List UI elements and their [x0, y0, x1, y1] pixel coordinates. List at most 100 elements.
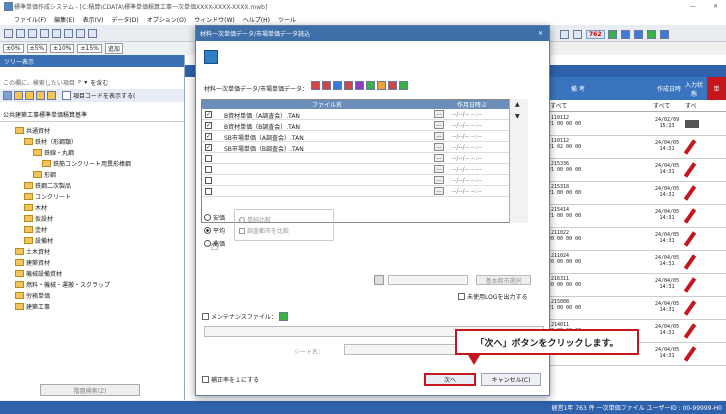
new-icon[interactable]	[4, 28, 13, 38]
search-input[interactable]: この欄に、検索したい項目	[3, 78, 75, 87]
pen-icon[interactable]	[683, 277, 697, 293]
file-scrollbar[interactable]: ▲ ▼	[509, 99, 528, 223]
file-row[interactable]: ✓ B資材単価（B調査会）.TAN... --/--/-- --:--	[202, 120, 527, 131]
add-button[interactable]: 追加	[104, 43, 123, 54]
tree-node[interactable]: 木材	[0, 202, 184, 213]
tree-node[interactable]: 建築資材	[0, 257, 184, 268]
source-icon-1[interactable]	[311, 81, 320, 90]
source-icon-2[interactable]	[322, 81, 331, 90]
level-1-icon[interactable]	[3, 91, 12, 100]
unused-log-label[interactable]: 未使用LOGを出力する	[467, 292, 528, 301]
tree-node[interactable]: 設備材	[0, 235, 184, 246]
tree-node[interactable]: 仮設材	[0, 213, 184, 224]
menu-data[interactable]: データ(D)	[111, 15, 138, 24]
pct-5[interactable]: ±5%	[26, 44, 48, 53]
maintenance-open-icon[interactable]	[278, 312, 288, 321]
show-code-checkbox[interactable]	[62, 91, 71, 100]
pen-icon[interactable]	[683, 185, 697, 201]
file-browse-button[interactable]: ...	[434, 110, 444, 118]
tape-icon[interactable]	[685, 120, 699, 128]
tree-root[interactable]: 公共建築工事標準単価積算基準	[0, 108, 184, 122]
table-row[interactable]: -215336 21 00 00 00 24/04/05 14:31	[545, 159, 726, 182]
file-browse-button[interactable]: ...	[434, 154, 444, 162]
file-checkbox[interactable]: ✓	[205, 133, 212, 140]
table-row[interactable]: -110112 21 02 00 00 24/04/05 14:31	[545, 136, 726, 159]
next-button[interactable]: 次へ	[424, 373, 476, 386]
menu-file[interactable]: ファイル(F)	[14, 15, 46, 24]
menu-help[interactable]: ヘルプ(H)	[243, 15, 270, 24]
tree-node[interactable]: 共通資材	[0, 125, 184, 136]
pen-icon[interactable]	[683, 323, 697, 339]
source-icon-6[interactable]	[366, 81, 375, 90]
close-button[interactable]: ✕	[713, 3, 718, 10]
level-5-icon[interactable]	[47, 91, 56, 100]
table-row[interactable]: -215414 21 00 00 00 24/04/05 14:31	[545, 205, 726, 228]
radio-low[interactable]: 安価	[213, 213, 225, 222]
file-checkbox[interactable]	[205, 166, 212, 173]
tree-node[interactable]: コンクリート	[0, 191, 184, 202]
sort-icon[interactable]	[573, 30, 582, 39]
tree-node[interactable]: 塗材	[0, 224, 184, 235]
sub-opt-2-icon[interactable]	[239, 227, 245, 234]
file-row[interactable]: ... --/--/-- --:--	[202, 153, 527, 164]
undo-icon[interactable]	[88, 28, 97, 38]
file-browse-button[interactable]: ...	[434, 132, 444, 140]
file-browse-button[interactable]: ...	[434, 143, 444, 151]
tree-node[interactable]: 建築工事	[0, 301, 184, 312]
scroll-down-icon[interactable]: ▼	[515, 113, 520, 120]
tree-node[interactable]: 機械設備資材	[0, 268, 184, 279]
flag-icon[interactable]	[659, 30, 669, 39]
pen-icon[interactable]	[683, 300, 697, 316]
radio-avg-icon[interactable]	[204, 227, 211, 234]
open-icon[interactable]	[16, 28, 25, 38]
file-checkbox[interactable]	[205, 155, 212, 162]
file-row[interactable]: ... --/--/-- --:--	[202, 175, 527, 186]
pen-icon[interactable]	[683, 254, 697, 270]
sub-opt-2[interactable]: 調査都市を比較	[247, 226, 289, 235]
table-row[interactable]: -215318 21 00 00 00 24/04/05 14:31	[545, 182, 726, 205]
pen-icon[interactable]	[683, 208, 697, 224]
correction-label[interactable]: 補正率を１にする	[211, 375, 259, 384]
tree-node[interactable]: 鉄材（形鋼類）	[0, 136, 184, 147]
menu-edit[interactable]: 編集(E)	[54, 15, 74, 24]
pen-icon[interactable]	[683, 346, 697, 362]
file-browse-button[interactable]: ...	[434, 121, 444, 129]
tree-node[interactable]: 形鋼	[0, 169, 184, 180]
filter-status[interactable]: すべ	[685, 101, 697, 110]
source-icon-7[interactable]	[377, 81, 386, 90]
file-browse-button[interactable]: ...	[434, 176, 444, 184]
scroll-up-icon[interactable]: ▲	[515, 101, 520, 108]
cut-icon[interactable]	[52, 28, 61, 38]
menu-window[interactable]: ウィンドウ(W)	[194, 15, 235, 24]
tree-node[interactable]: 鉄鋼二次製品	[0, 180, 184, 191]
search-icon[interactable]: ⌕	[78, 78, 81, 86]
file-checkbox[interactable]: ✓	[205, 144, 212, 151]
level-3-icon[interactable]	[25, 91, 34, 100]
paste-icon[interactable]	[76, 28, 85, 38]
menu-tools[interactable]: ツール	[278, 15, 296, 24]
list-icon[interactable]	[620, 30, 630, 39]
level-4-icon[interactable]	[36, 91, 45, 100]
pen-icon[interactable]	[683, 162, 697, 178]
source-icon-9[interactable]	[399, 81, 408, 90]
file-checkbox[interactable]	[205, 177, 212, 184]
pct-10[interactable]: ±10%	[50, 44, 75, 53]
correction-checkbox[interactable]	[202, 376, 209, 383]
view-icon[interactable]	[646, 30, 656, 39]
file-checkbox[interactable]: ✓	[205, 122, 212, 129]
source-icon-4[interactable]	[344, 81, 353, 90]
filter-icon[interactable]	[560, 30, 569, 39]
filter-code[interactable]: すべて	[550, 101, 567, 110]
file-row[interactable]: ... --/--/-- --:--	[202, 164, 527, 175]
menu-view[interactable]: 表示(V)	[83, 15, 104, 24]
level-2-icon[interactable]	[14, 91, 23, 100]
filter-date[interactable]: すべて	[653, 101, 670, 110]
tree-node[interactable]: 労務単価	[0, 290, 184, 301]
file-row[interactable]: ✓ B資材単価（A調査会）.TAN... --/--/-- --:--	[202, 109, 527, 120]
search-mode-select[interactable]: ▾	[84, 79, 87, 86]
tree-node[interactable]: 燃料・機械・運搬・スクラップ	[0, 279, 184, 290]
tree-node[interactable]: 鉄筋コンクリート用異形棒鋼	[0, 158, 184, 169]
sheet-field[interactable]	[344, 344, 464, 355]
file-browse-button[interactable]: ...	[434, 165, 444, 173]
table-row[interactable]: -216311 20 00 00 00 24/04/05 14:31	[545, 274, 726, 297]
